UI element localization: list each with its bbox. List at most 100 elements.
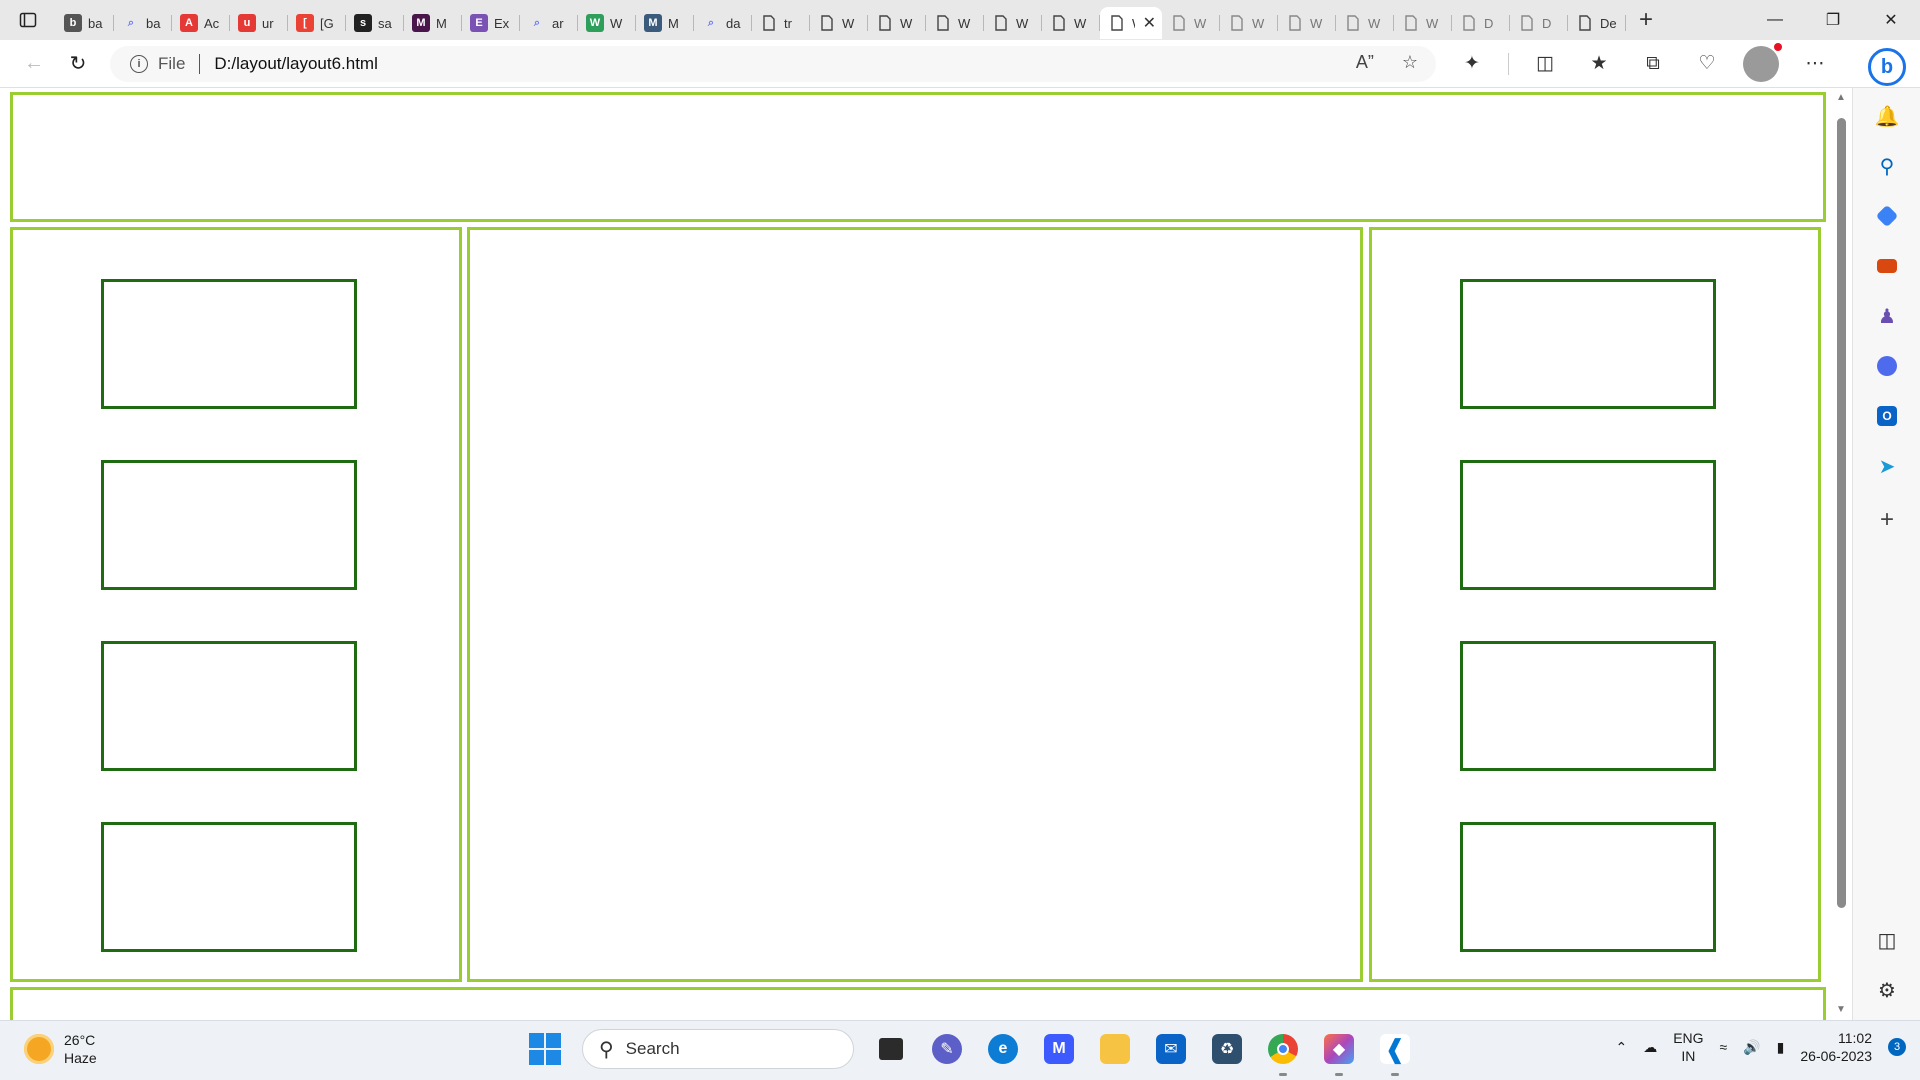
- browser-tab[interactable]: W: [1394, 7, 1452, 39]
- settings-more-icon[interactable]: ⋯: [1797, 46, 1833, 82]
- extensions-icon[interactable]: ✦: [1454, 46, 1490, 82]
- outlook-icon[interactable]: O: [1873, 402, 1901, 430]
- browser-tab[interactable]: W: [1220, 7, 1278, 39]
- edge-taskbar-button[interactable]: e: [984, 1030, 1022, 1068]
- clock[interactable]: 11:02 26-06-2023: [1800, 1029, 1872, 1065]
- taskbar-search-box[interactable]: ⚲ Search: [582, 1029, 854, 1069]
- favorites-icon[interactable]: ★: [1581, 46, 1617, 82]
- tab-active[interactable]: W✕: [1100, 7, 1162, 39]
- browser-tab[interactable]: MM: [636, 7, 694, 39]
- search-icon[interactable]: ⚲: [1873, 152, 1901, 180]
- tab-title: De: [1600, 15, 1617, 31]
- notification-badge[interactable]: 3: [1888, 1038, 1906, 1056]
- browser-tab[interactable]: E Ex: [462, 7, 520, 39]
- drop-send-icon[interactable]: ➤: [1873, 452, 1901, 480]
- avatar: [1743, 42, 1782, 82]
- add-sidebar-app-icon[interactable]: +: [1873, 506, 1901, 534]
- search-icon: ⌕: [533, 16, 541, 29]
- page-icon: [1402, 14, 1420, 32]
- read-aloud-icon[interactable]: A”: [1356, 52, 1374, 73]
- tool-app-button[interactable]: ◆: [1320, 1030, 1358, 1076]
- teams-chat-button[interactable]: ✎: [928, 1030, 966, 1068]
- close-window-button[interactable]: ✕: [1862, 0, 1920, 40]
- collections-icon[interactable]: ⧉: [1635, 46, 1671, 82]
- shopping-tag-icon[interactable]: [1873, 202, 1901, 230]
- split-screen-icon[interactable]: ◫: [1527, 46, 1563, 82]
- url-text[interactable]: D:/layout/layout6.html: [214, 54, 377, 74]
- browser-tab[interactable]: W: [810, 7, 868, 39]
- vscode-button[interactable]: ❰: [1376, 1030, 1414, 1076]
- browser-tab[interactable]: W: [1042, 7, 1100, 39]
- close-tab-icon[interactable]: ✕: [1143, 13, 1156, 33]
- vscode-icon: ❰: [1380, 1034, 1410, 1064]
- browser-tab[interactable]: W: [1278, 7, 1336, 39]
- browser-tab[interactable]: W: [1162, 7, 1220, 39]
- scroll-up-icon[interactable]: ▲: [1836, 92, 1846, 103]
- browser-tab[interactable]: MM: [404, 7, 462, 39]
- browser-tab[interactable]: s sa: [346, 7, 404, 39]
- tab-title: da: [726, 15, 741, 31]
- browser-tab[interactable]: WW: [578, 7, 636, 39]
- battery-icon[interactable]: ▮: [1777, 1039, 1785, 1056]
- volume-icon[interactable]: 🔊: [1743, 1039, 1760, 1056]
- refresh-button[interactable]: ↻: [58, 44, 98, 84]
- show-hidden-icons-chevron-icon[interactable]: ⌃: [1615, 1039, 1627, 1056]
- mysql-workbench-button[interactable]: ♻: [1208, 1030, 1246, 1068]
- games-icon[interactable]: ♟: [1873, 302, 1901, 330]
- tab-title: W: [1252, 15, 1265, 31]
- browser-tab[interactable]: D: [1452, 7, 1510, 39]
- browser-tab[interactable]: W: [868, 7, 926, 39]
- mail-button[interactable]: ✉: [1152, 1030, 1190, 1068]
- language-indicator[interactable]: ENG IN: [1673, 1029, 1703, 1065]
- search-icon: ⌕: [127, 16, 135, 29]
- browser-tab[interactable]: tr: [752, 7, 810, 39]
- browser-tab[interactable]: u ur: [230, 7, 288, 39]
- browser-tab[interactable]: A Ac: [172, 7, 230, 39]
- chrome-button[interactable]: [1264, 1030, 1302, 1076]
- tab-actions-button[interactable]: [0, 0, 56, 40]
- tab-title: W: [1426, 15, 1439, 31]
- address-bar[interactable]: i File D:/layout/layout6.html A” ☆: [110, 45, 1436, 82]
- left-box: [101, 822, 357, 952]
- clock-time: 11:02: [1838, 1030, 1872, 1046]
- start-button[interactable]: [526, 1030, 564, 1068]
- search-icon: ⚲: [599, 1038, 614, 1061]
- browser-tab[interactable]: ⌕ ba: [114, 7, 172, 39]
- favorite-star-icon[interactable]: ☆: [1402, 52, 1418, 73]
- browser-tab[interactable]: W: [926, 7, 984, 39]
- browser-tab[interactable]: W: [1336, 7, 1394, 39]
- page-icon: [992, 14, 1010, 32]
- task-view-button[interactable]: [872, 1030, 910, 1068]
- weather-widget[interactable]: 26°C Haze: [24, 1031, 97, 1067]
- file-explorer-button[interactable]: [1096, 1030, 1134, 1068]
- back-button[interactable]: ←: [14, 44, 54, 84]
- tab-title: W: [1016, 15, 1029, 31]
- maximize-button[interactable]: ❐: [1804, 0, 1862, 40]
- mathpix-taskbar-button[interactable]: M: [1040, 1030, 1078, 1068]
- browser-essentials-icon[interactable]: ♡: [1689, 46, 1725, 82]
- copilot-icon[interactable]: b: [1868, 48, 1906, 86]
- browser-tab[interactable]: ⌕ ar: [520, 7, 578, 39]
- browser-tab[interactable]: W: [984, 7, 1042, 39]
- browser-tab[interactable]: D: [1510, 7, 1568, 39]
- microsoft-365-icon[interactable]: [1873, 352, 1901, 380]
- minimize-button[interactable]: —: [1746, 0, 1804, 40]
- info-icon[interactable]: i: [130, 54, 148, 73]
- onedrive-cloud-icon[interactable]: ☁: [1643, 1039, 1657, 1056]
- new-tab-button[interactable]: +: [1626, 0, 1666, 40]
- scrollbar-thumb[interactable]: [1837, 118, 1846, 908]
- browser-tab[interactable]: De: [1568, 7, 1626, 39]
- browser-tab[interactable]: [[G: [288, 7, 346, 39]
- hide-sidebar-icon[interactable]: ◫: [1873, 926, 1901, 954]
- wifi-icon[interactable]: ≈: [1720, 1039, 1728, 1055]
- vertical-scrollbar[interactable]: ▲ ▼: [1830, 88, 1852, 1020]
- browser-tab[interactable]: ⌕ da: [694, 7, 752, 39]
- profile-button[interactable]: [1743, 42, 1782, 82]
- sidebar-settings-gear-icon[interactable]: ⚙: [1873, 976, 1901, 1004]
- page-icon: [818, 14, 836, 32]
- tab-title: Ac: [204, 15, 220, 31]
- scroll-down-icon[interactable]: ▼: [1836, 1004, 1846, 1015]
- tools-toolbox-icon[interactable]: [1873, 252, 1901, 280]
- browser-tab[interactable]: b ba: [56, 7, 114, 39]
- notifications-bell-icon[interactable]: 🔔: [1873, 102, 1901, 130]
